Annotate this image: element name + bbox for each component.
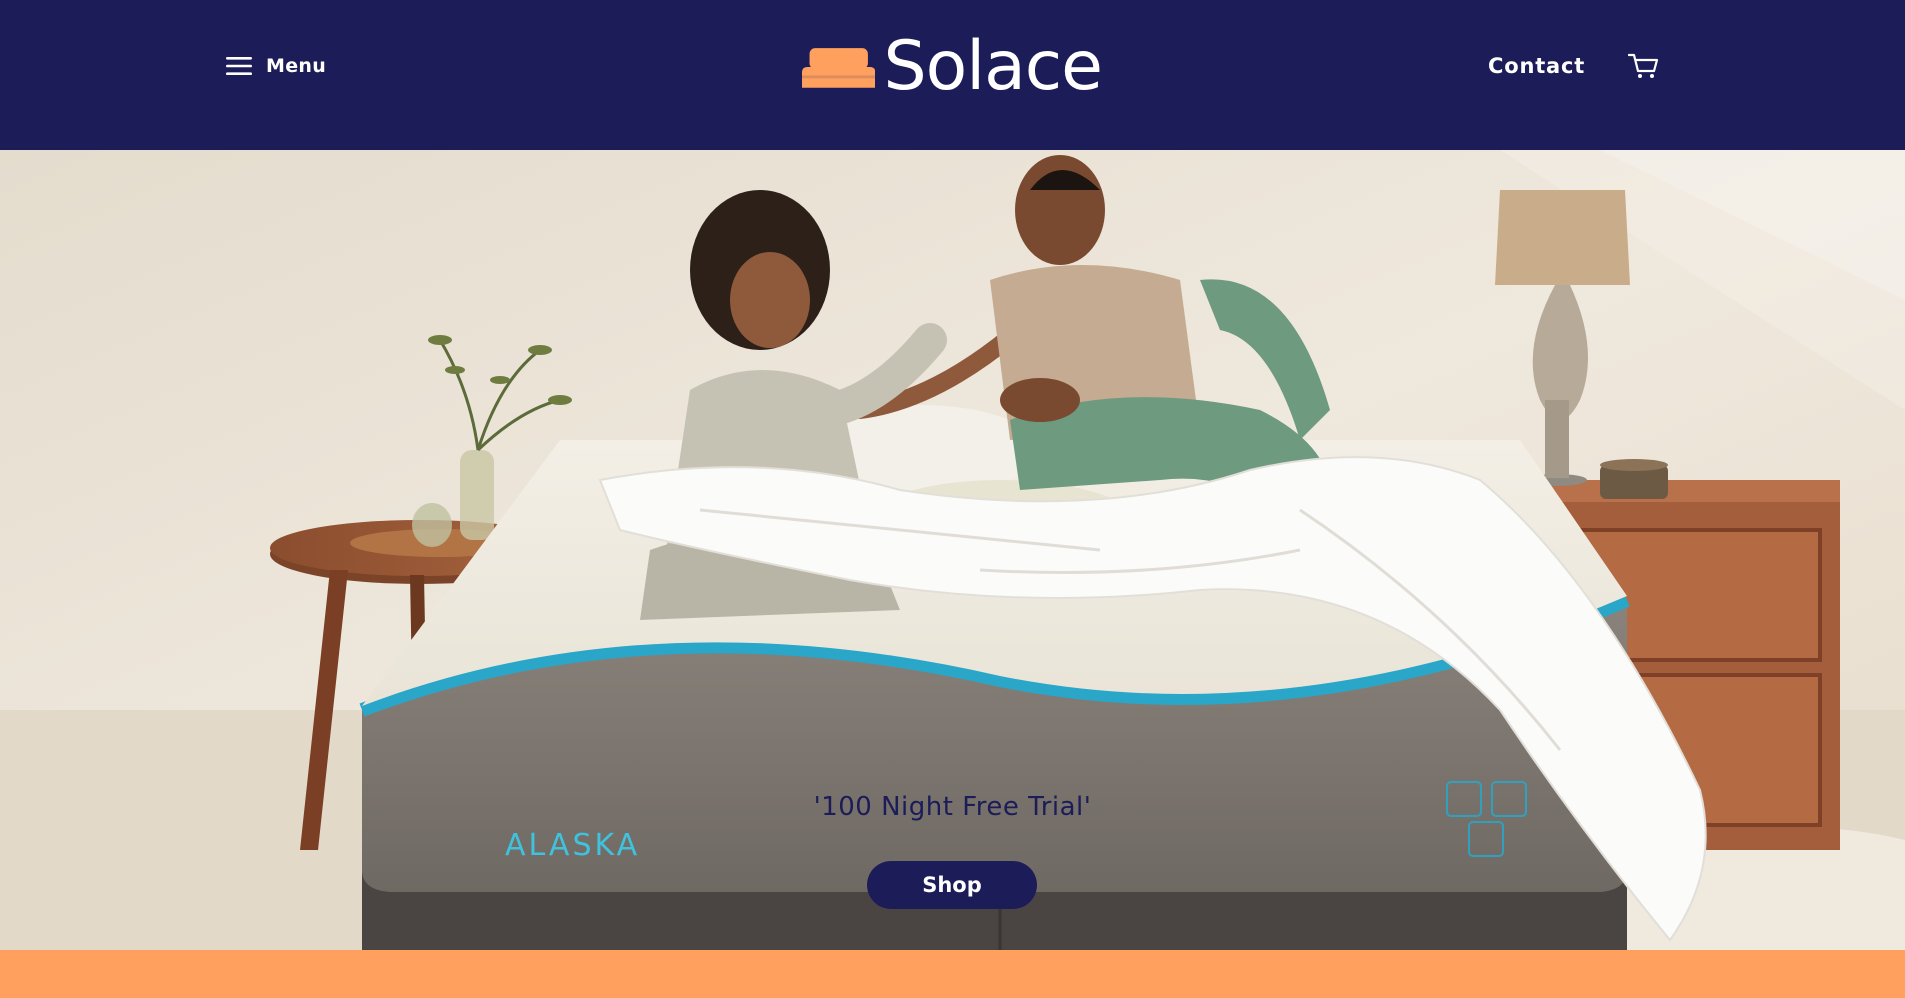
contact-link[interactable]: Contact: [1488, 48, 1585, 84]
menu-button[interactable]: Menu: [226, 48, 326, 84]
logo-wordmark: Solace: [883, 27, 1103, 106]
cart-button[interactable]: [1627, 52, 1660, 80]
hero-banner: ALASKA '100 Night Free Trial' Shop: [0, 150, 1905, 950]
hero-image: ALASKA: [0, 150, 1905, 950]
menu-label: Menu: [266, 55, 327, 77]
cart-icon: [1627, 53, 1659, 78]
shop-button[interactable]: Shop: [867, 861, 1037, 909]
hero-tagline: '100 Night Free Trial': [813, 792, 1092, 822]
promo-band: [0, 950, 1905, 998]
hamburger-icon: [226, 57, 252, 75]
site-header: Menu Solace Contact: [0, 0, 1905, 150]
mattress-brand-text: ALASKA: [505, 828, 640, 863]
site-logo[interactable]: Solace: [802, 27, 1103, 106]
bed-logo-icon: [802, 48, 876, 88]
